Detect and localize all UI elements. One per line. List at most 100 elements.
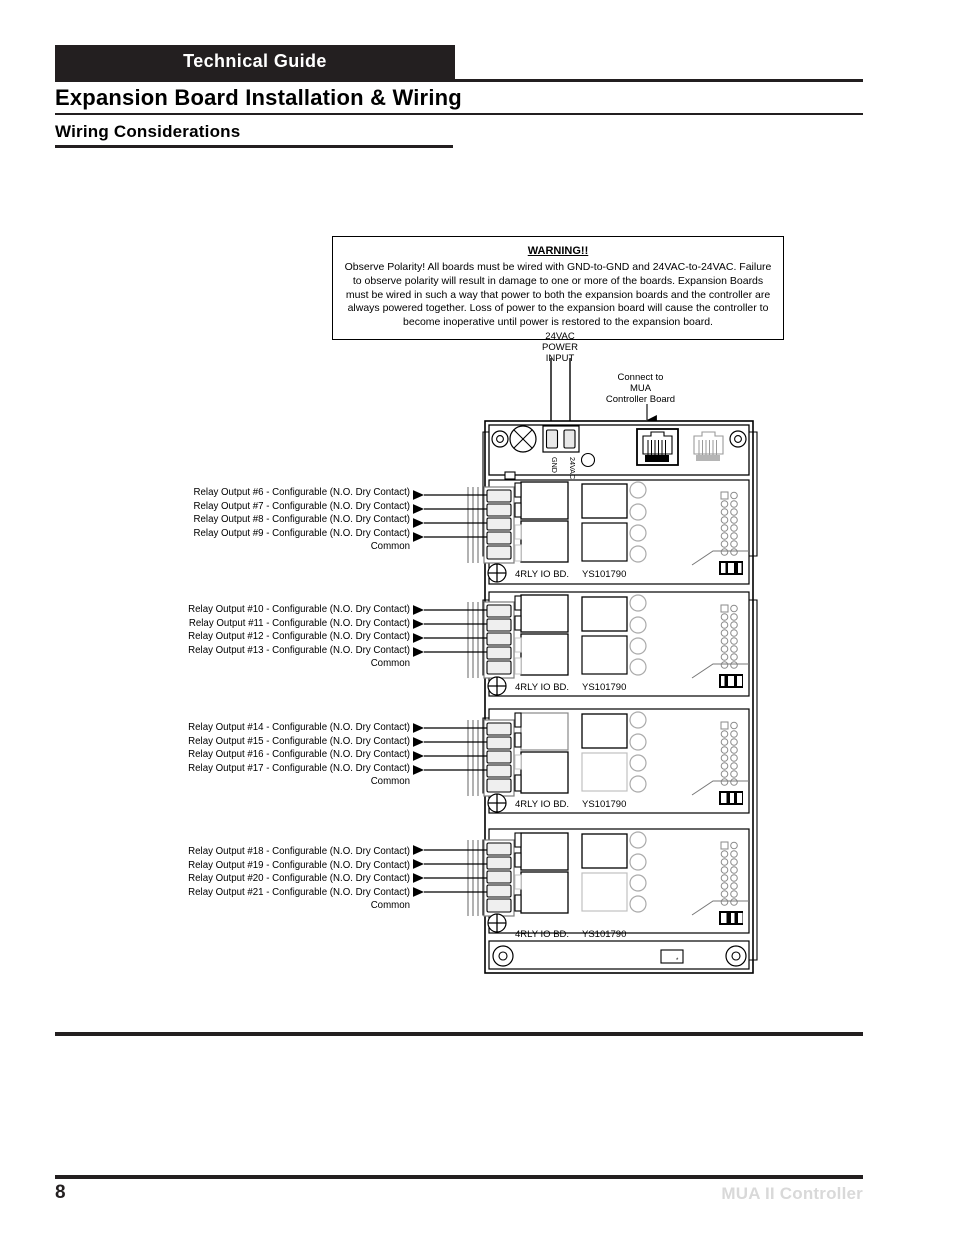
section-rule [55, 145, 453, 148]
callout-power-input: 24VAC POWER INPUT [524, 331, 596, 365]
relay-can [520, 520, 569, 563]
relay-arrows-1 [412, 490, 487, 542]
relay-board-2: 4RLY IO BD. YS101790 [412, 591, 750, 697]
callout-power-line-1: 24VAC [545, 331, 575, 342]
relay-can [520, 751, 569, 794]
relay-board-3: 4RLY IO BD. YS101790 [412, 708, 750, 814]
board-designation: 4RLY IO BD. [515, 799, 569, 810]
relay-led [629, 616, 647, 634]
terminal-block-2 [483, 601, 515, 679]
relay-label: Relay Output #10 - Configurable (N.O. Dr… [188, 604, 410, 615]
relay-label: Relay Output #19 - Configurable (N.O. Dr… [188, 859, 410, 871]
relay-can [520, 712, 569, 751]
mounting-screw [487, 676, 507, 696]
relay-led [629, 524, 647, 542]
relay-label-group-board-2: Relay Output #10 - Configurable (N.O. Dr… [40, 603, 410, 671]
left-rail-2 [482, 599, 490, 676]
wire-bundle-3 [467, 720, 479, 796]
title-rule-top [55, 79, 863, 82]
relay-led [629, 831, 647, 849]
board-designation: 4RLY IO BD. [515, 682, 569, 693]
common-label: Common [370, 776, 410, 788]
callout-mua-line-3: Controller Board [605, 394, 676, 406]
relay-led [629, 481, 647, 499]
board-part-number: YS101790 [582, 929, 626, 940]
warning-body: Observe Polarity! All boards must be wir… [344, 260, 772, 329]
terminal-gnd [545, 429, 559, 449]
mounting-hole [725, 945, 747, 967]
pin-header-field [720, 491, 738, 556]
relay-label: Relay Output #16 - Configurable (N.O. Dr… [188, 749, 410, 761]
callout-mua-line-2: MUA [629, 383, 652, 395]
mounting-screw [487, 793, 507, 813]
terminal-24vac-label: 24VAC [568, 457, 577, 479]
relay-led [629, 503, 647, 521]
section-title: Wiring Considerations [55, 122, 241, 141]
relay-label: Relay Output #7 - Configurable (N.O. Dry… [193, 500, 410, 512]
relay-can [520, 832, 569, 871]
technical-guide-band: Technical Guide [55, 45, 455, 79]
board-part-number: YS101790 [582, 569, 626, 580]
power-input-leader-lines [550, 358, 571, 451]
dip-switch-block [719, 791, 743, 805]
callout-mua-line-1: Connect to [617, 372, 664, 383]
enclosure-outline [484, 420, 754, 974]
controller-interface-panel: GND 24VAC [488, 424, 750, 480]
relay-label: Relay Output #14 - Configurable (N.O. Dr… [188, 722, 410, 733]
common-label: Common [370, 658, 410, 670]
relay-led [629, 637, 647, 655]
pin-header-field [720, 841, 738, 906]
common-label: Common [370, 900, 410, 912]
page-number: 8 [55, 1182, 66, 1203]
board-designation: 4RLY IO BD. [515, 929, 569, 940]
title-rule-bottom [55, 113, 863, 115]
relay-led [629, 895, 647, 913]
power-terminal-block: GND 24VAC [542, 425, 580, 479]
svg-text:*: * [676, 958, 679, 964]
mounting-screw [487, 913, 507, 933]
dip-switch-block [719, 674, 743, 688]
relay-label: Relay Output #8 - Configurable (N.O. Dry… [193, 514, 410, 526]
pin-header-field [720, 604, 738, 669]
relay-can [581, 596, 628, 632]
relay-label: Relay Output #13 - Configurable (N.O. Dr… [188, 644, 410, 656]
relay-arrows-3 [412, 723, 487, 775]
relay-label: Relay Output #12 - Configurable (N.O. Dr… [188, 631, 410, 643]
relay-can [520, 481, 569, 520]
relay-led [629, 658, 647, 676]
relay-label: Relay Output #11 - Configurable (N.O. Dr… [188, 617, 410, 629]
right-rail-2 [748, 599, 758, 961]
relay-board-4: 4RLY IO BD. YS101790 [412, 828, 750, 940]
dip-switch-block [719, 561, 743, 575]
relay-led [629, 775, 647, 793]
mounting-hole [492, 945, 514, 967]
technical-guide-label: Technical Guide [183, 51, 327, 71]
relay-label: Relay Output #9 - Configurable (N.O. Dry… [193, 527, 410, 539]
relay-led [629, 754, 647, 772]
status-led [580, 452, 596, 468]
mounting-hole [729, 430, 747, 448]
mounting-hole [491, 430, 509, 448]
relay-can [581, 522, 628, 562]
wire-bundle-2 [467, 602, 479, 678]
relay-led [629, 874, 647, 892]
relay-label: Relay Output #15 - Configurable (N.O. Dr… [188, 735, 410, 747]
terminal-block-3 [483, 719, 515, 797]
callout-power-line-2: POWER [542, 342, 578, 354]
relay-can [581, 872, 628, 912]
board-part-number: YS101790 [582, 682, 626, 693]
relay-label: Relay Output #6 - Configurable (N.O. Dry… [193, 487, 410, 498]
left-rail-4 [482, 839, 490, 916]
rj-jack-secondary [693, 431, 724, 461]
dip-switch-block [719, 911, 743, 925]
relay-label: Relay Output #18 - Configurable (N.O. Dr… [188, 846, 410, 857]
relay-led [629, 733, 647, 751]
wire-bundle-1 [467, 487, 479, 563]
relay-can [581, 833, 628, 869]
relay-arrows-4 [412, 845, 487, 897]
footer-document-title: MUA II Controller [721, 1184, 863, 1203]
relay-can [581, 713, 628, 749]
terminal-block-1 [483, 486, 515, 564]
relay-can [520, 594, 569, 633]
content-bottom-rule [55, 1032, 863, 1036]
